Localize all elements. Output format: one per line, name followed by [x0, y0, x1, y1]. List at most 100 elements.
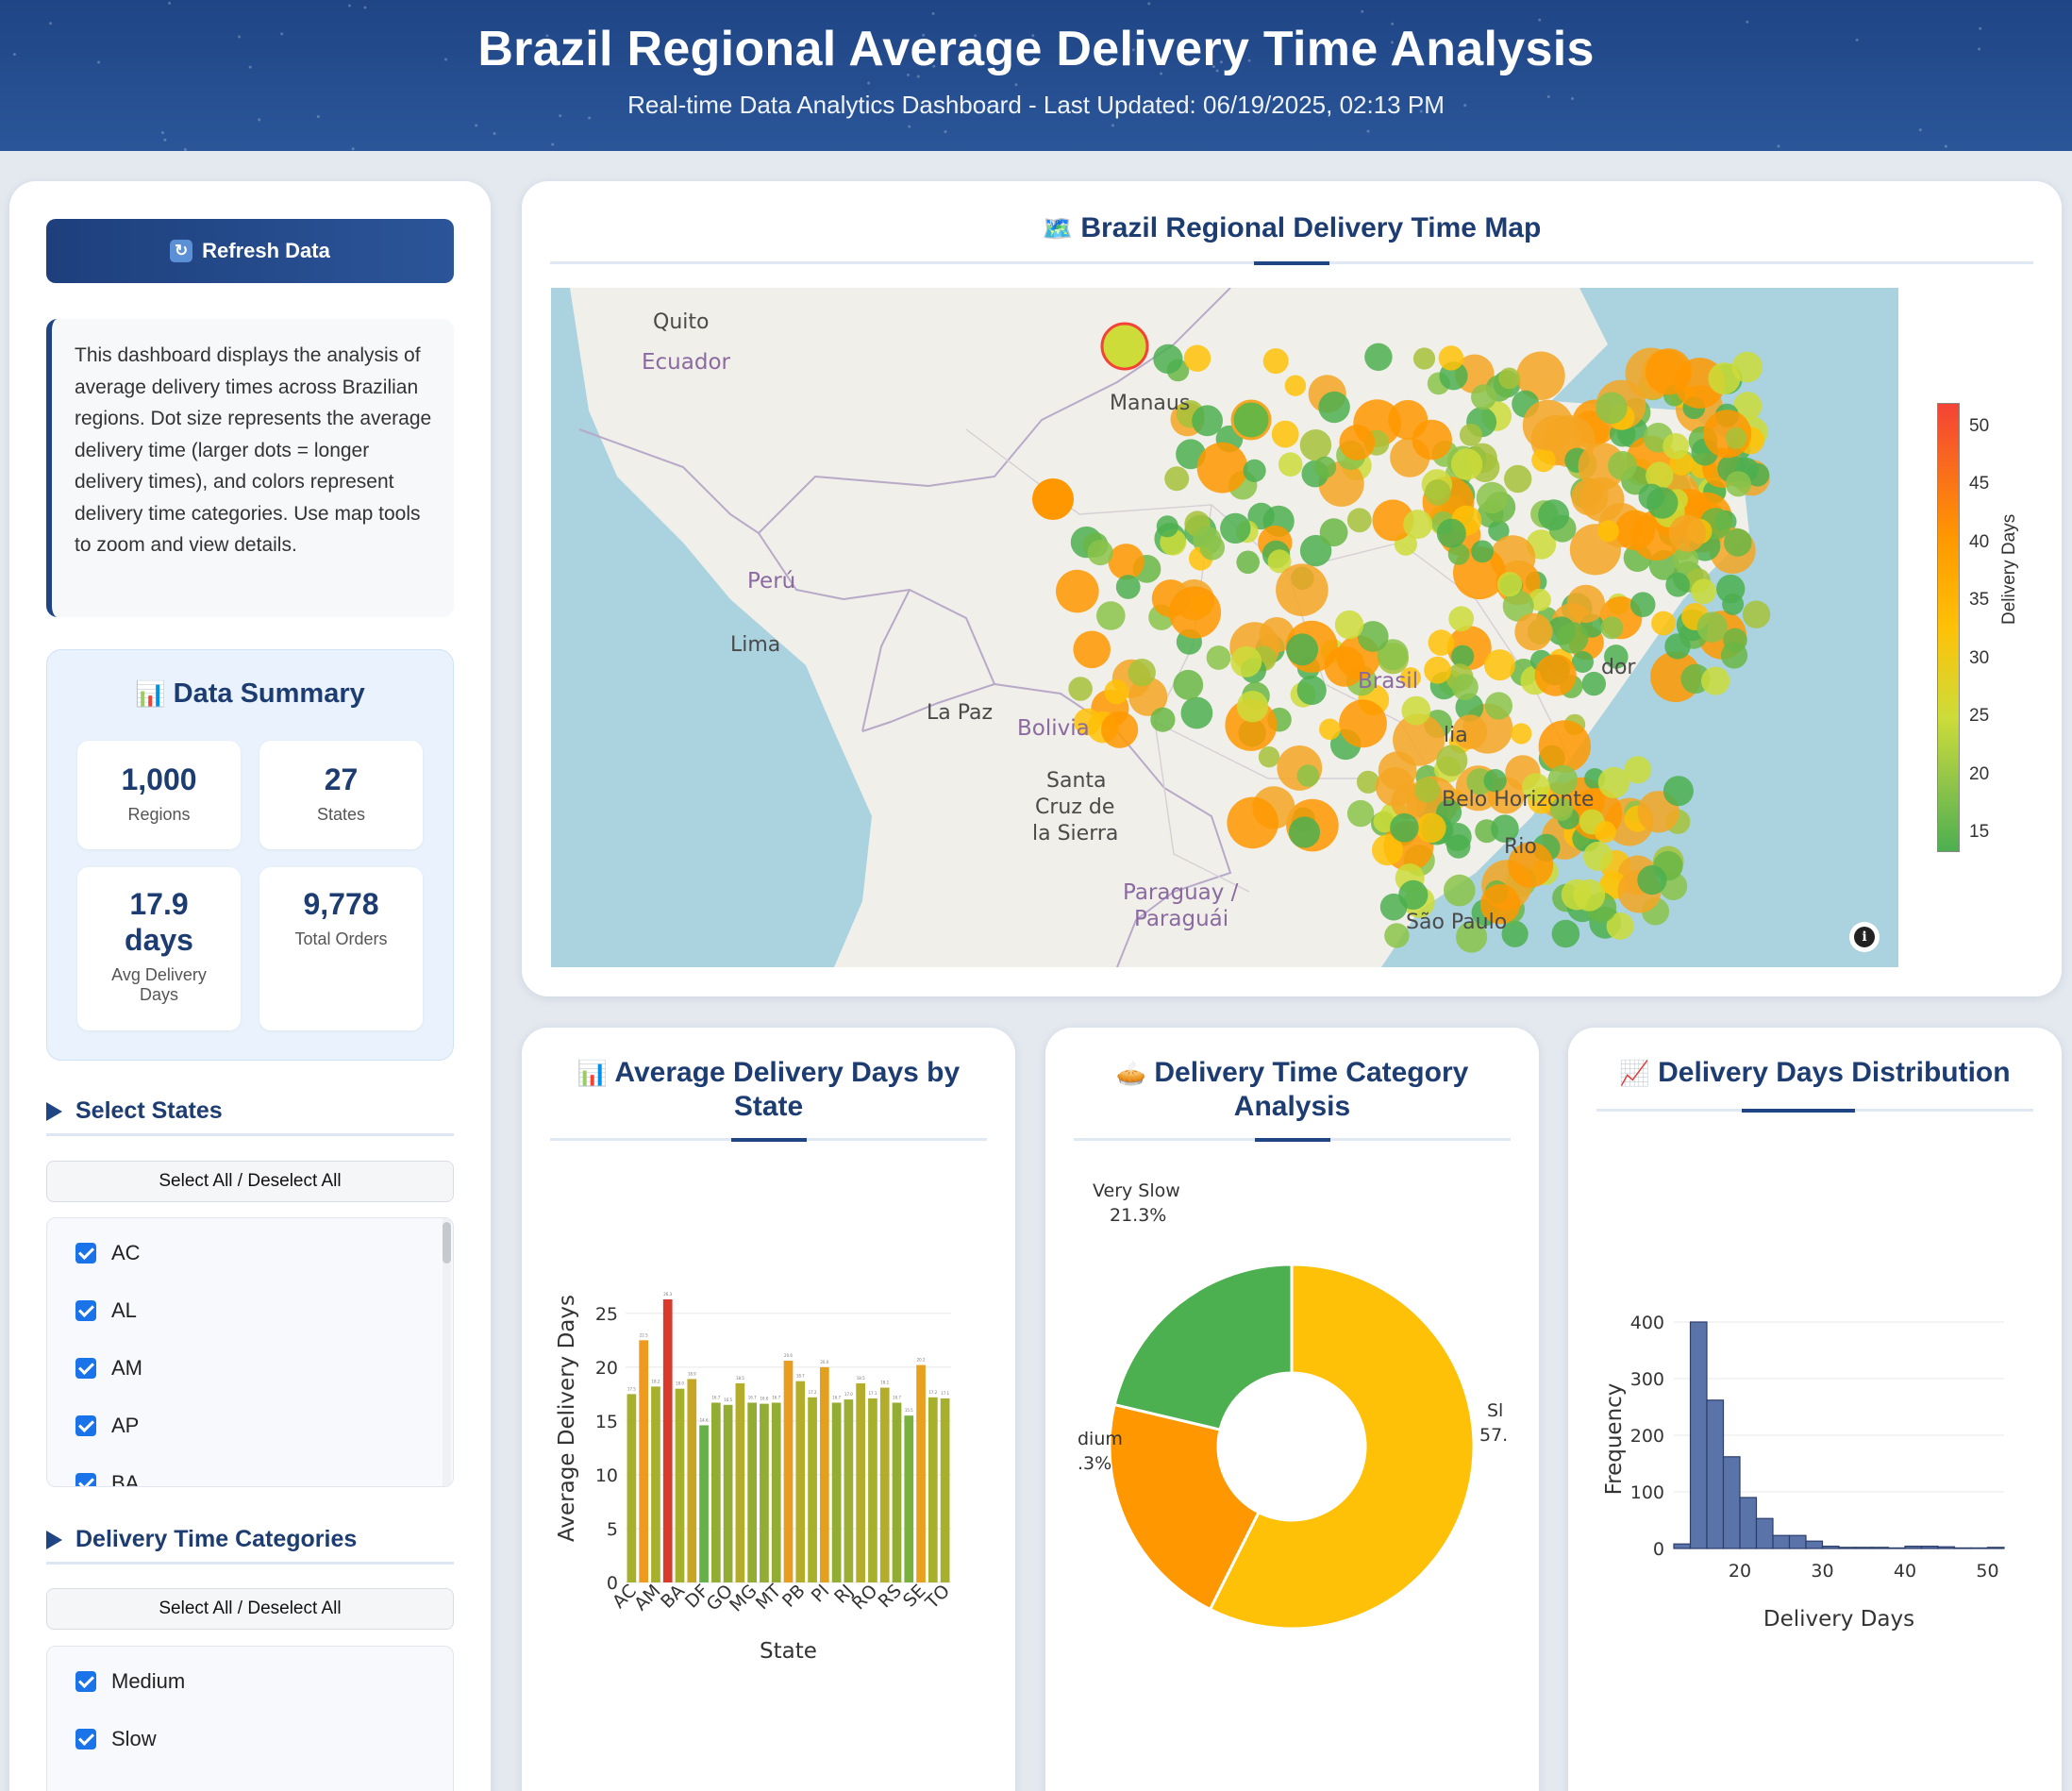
- map-dot[interactable]: [1450, 448, 1483, 480]
- checkbox-checked-icon[interactable]: [75, 1671, 96, 1692]
- map-dot[interactable]: [1299, 429, 1332, 461]
- bar[interactable]: [844, 1399, 854, 1582]
- map-dot[interactable]: [1716, 574, 1746, 604]
- histogram-bar[interactable]: [1706, 1399, 1725, 1549]
- map-dot[interactable]: [1583, 841, 1612, 871]
- histogram-bar[interactable]: [1805, 1540, 1824, 1549]
- map-dot[interactable]: [1156, 515, 1178, 538]
- map-dot[interactable]: [1364, 343, 1393, 371]
- bar[interactable]: [904, 1415, 914, 1582]
- map-dot[interactable]: [1484, 649, 1515, 681]
- bar[interactable]: [879, 1387, 890, 1582]
- map-dot[interactable]: [1104, 679, 1129, 705]
- category-donut-chart[interactable]: Very Slow 21.3% dium .3% Sl 57.: [1045, 1169, 1539, 1641]
- histogram-bar[interactable]: [1689, 1321, 1708, 1549]
- histogram-bar[interactable]: [1821, 1546, 1840, 1549]
- bar[interactable]: [627, 1394, 637, 1582]
- select-states-header[interactable]: Select States: [46, 1089, 454, 1136]
- bar[interactable]: [651, 1386, 660, 1582]
- histogram-bar[interactable]: [1904, 1546, 1923, 1549]
- bar[interactable]: [723, 1404, 733, 1582]
- category-checkbox-slow[interactable]: Slow: [75, 1725, 157, 1753]
- map-dot[interactable]: [1192, 405, 1223, 437]
- bar[interactable]: [927, 1397, 938, 1582]
- map-dot[interactable]: [1566, 584, 1606, 624]
- map-dot[interactable]: [1056, 569, 1099, 613]
- map-dot[interactable]: [1551, 919, 1580, 948]
- category-checkbox-medium[interactable]: Medium: [75, 1667, 185, 1696]
- map-dot[interactable]: [1339, 699, 1387, 748]
- state-checkbox-ac[interactable]: AC: [75, 1239, 141, 1267]
- map-dot[interactable]: [1168, 586, 1222, 639]
- histogram-bar[interactable]: [1673, 1543, 1692, 1549]
- checkbox-checked-icon[interactable]: [75, 1243, 96, 1264]
- map-dot[interactable]: [1446, 834, 1471, 859]
- states-list-scrollbar[interactable]: [443, 1218, 451, 1486]
- bar[interactable]: [892, 1402, 902, 1582]
- map-dot[interactable]: [1484, 692, 1512, 720]
- map-dot[interactable]: [1538, 499, 1570, 531]
- map-dot[interactable]: [1663, 433, 1689, 460]
- map-info-icon[interactable]: i: [1849, 922, 1880, 952]
- map-dot[interactable]: [1531, 447, 1556, 473]
- map-dot[interactable]: [1594, 821, 1616, 844]
- map-dot[interactable]: [1339, 425, 1376, 460]
- map-dot[interactable]: [1284, 375, 1307, 396]
- map-dot[interactable]: [1498, 367, 1520, 390]
- map-dot[interactable]: [1153, 343, 1183, 374]
- map-dot[interactable]: [1534, 654, 1577, 696]
- histogram-bar[interactable]: [1788, 1534, 1807, 1549]
- checkbox-checked-icon[interactable]: [75, 1300, 96, 1321]
- bar[interactable]: [940, 1398, 950, 1582]
- checkbox-checked-icon[interactable]: [75, 1415, 96, 1436]
- map-dot[interactable]: [1346, 508, 1372, 533]
- checkbox-checked-icon[interactable]: [75, 1358, 96, 1379]
- map-dot[interactable]: [1668, 514, 1707, 552]
- map-dot[interactable]: [1401, 695, 1431, 726]
- map-dot[interactable]: [1199, 535, 1226, 561]
- map-dot[interactable]: [1557, 622, 1589, 654]
- map-dot[interactable]: [1296, 675, 1327, 706]
- map-dot[interactable]: [1032, 478, 1074, 520]
- bar[interactable]: [735, 1382, 745, 1582]
- map-dot[interactable]: [1180, 696, 1213, 729]
- map-dot[interactable]: [1108, 544, 1145, 580]
- categories-checkbox-list[interactable]: Medium Slow: [46, 1646, 454, 1791]
- map-dot[interactable]: [1296, 764, 1320, 787]
- map-dot[interactable]: [1414, 777, 1440, 803]
- map-dot[interactable]: [1725, 427, 1747, 449]
- map-dot[interactable]: [1624, 756, 1652, 784]
- map-dot[interactable]: [1101, 711, 1139, 748]
- map-dot[interactable]: [1651, 611, 1676, 636]
- delivery-map[interactable]: Quito Ecuador Manaus Perú Lima La Paz Bo…: [551, 288, 1898, 967]
- map-dot[interactable]: [1646, 487, 1679, 519]
- delivery-histogram[interactable]: 0 100 200 300 400 20 30 40 50 Delivery Days Freque…: [1568, 1160, 2062, 1669]
- map-dot[interactable]: [1286, 633, 1319, 666]
- histogram-bar[interactable]: [1722, 1456, 1741, 1549]
- map-basemap[interactable]: [551, 288, 1898, 967]
- map-dot[interactable]: [1701, 666, 1730, 695]
- map-dot[interactable]: [1504, 464, 1532, 494]
- map-dot[interactable]: [1220, 512, 1251, 544]
- bar[interactable]: [868, 1398, 877, 1582]
- refresh-data-button[interactable]: ↻ Refresh Data: [46, 219, 454, 283]
- map-dot[interactable]: [1230, 399, 1272, 441]
- map-dot[interactable]: [1645, 348, 1693, 395]
- map-dot[interactable]: [1206, 645, 1231, 670]
- states-select-all-button[interactable]: Select All / Deselect All: [46, 1161, 454, 1202]
- map-dot[interactable]: [1262, 348, 1289, 375]
- bar[interactable]: [819, 1366, 829, 1582]
- delivery-categories-header[interactable]: Delivery Time Categories: [46, 1517, 454, 1565]
- map-dot[interactable]: [1068, 677, 1093, 701]
- map-dot[interactable]: [1596, 392, 1628, 425]
- bar[interactable]: [639, 1340, 649, 1582]
- map-dot[interactable]: [1471, 540, 1494, 563]
- bar[interactable]: [916, 1364, 926, 1582]
- bar[interactable]: [808, 1397, 817, 1582]
- map-dot[interactable]: [1236, 550, 1260, 575]
- bar[interactable]: [831, 1402, 842, 1582]
- state-checkbox-al[interactable]: AL: [75, 1297, 137, 1325]
- map-dot[interactable]: [1696, 611, 1728, 643]
- map-dot[interactable]: [1664, 633, 1691, 660]
- pie-slice[interactable]: [1112, 1263, 1294, 1431]
